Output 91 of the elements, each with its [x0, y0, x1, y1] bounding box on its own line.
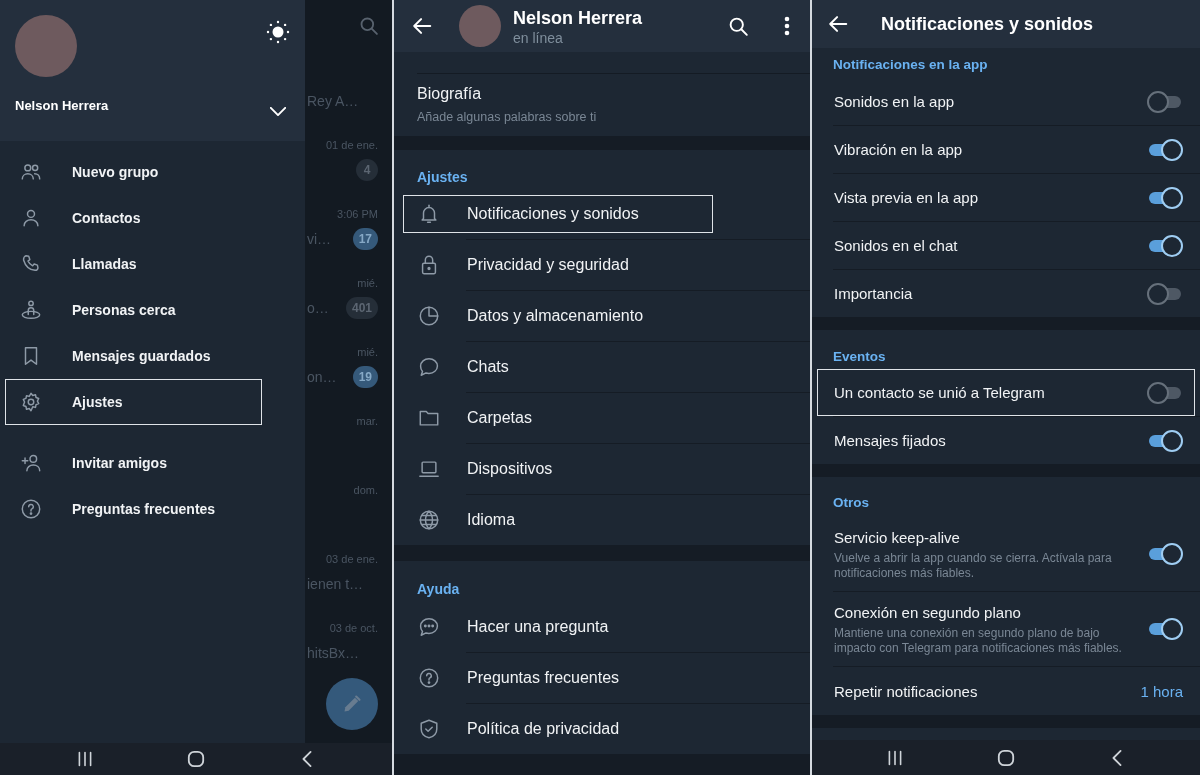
- more-icon[interactable]: [784, 16, 790, 36]
- pencil-icon: [342, 694, 362, 714]
- toggle-switch[interactable]: [1147, 90, 1183, 113]
- person-on-disc-icon: [20, 299, 42, 321]
- chat-time: mié.: [357, 345, 378, 360]
- toggle-switch[interactable]: [1147, 186, 1183, 209]
- settings-row[interactable]: Vista previa en la app: [817, 174, 1195, 221]
- bio-subtitle: Añade algunas palabras sobre ti: [417, 109, 597, 125]
- user-name: Nelson Herrera: [15, 97, 109, 115]
- pie-chart-icon: [418, 305, 440, 327]
- globe-icon: [418, 509, 440, 531]
- settings-row[interactable]: Conexión en segundo plano Mantiene una conexión en segundo plano de bajo impacto con Telegram para notificaciones más fiables.: [817, 592, 1195, 666]
- toggle-switch[interactable]: [1147, 234, 1183, 257]
- settings-item[interactable]: Chats: [403, 348, 713, 386]
- section-header: Ayuda: [417, 580, 460, 599]
- chat-time: 01 de ene.: [326, 138, 378, 153]
- settings-item[interactable]: Privacidad y seguridad: [403, 246, 713, 284]
- toggle-switch[interactable]: [1147, 429, 1183, 452]
- menu-item[interactable]: Contactos: [5, 195, 262, 241]
- unread-badge: 4: [356, 159, 378, 181]
- chat-time: 03 de oct.: [329, 621, 378, 636]
- section-header: Notificaciones en la app: [833, 56, 988, 74]
- toggle-switch[interactable]: [1147, 138, 1183, 161]
- settings-item[interactable]: Datos y almacenamiento: [403, 297, 713, 335]
- toggle-switch[interactable]: [1147, 543, 1183, 565]
- settings-row[interactable]: Servicio keep-alive Vuelve a abrir la app cuando se cierra. Actívala para notificaciones más fiables.: [817, 517, 1195, 591]
- screen-title: Notificaciones y sonidos: [881, 13, 1094, 36]
- chat-preview: hitsBx…: [307, 644, 360, 662]
- chat-preview: ienen t…: [307, 575, 364, 593]
- chat-time: dom.: [353, 483, 378, 498]
- online-status: en línea: [513, 29, 563, 47]
- settings-item[interactable]: Notificaciones y sonidos: [403, 195, 713, 233]
- home-icon[interactable]: [997, 748, 1015, 767]
- unread-badge: 401: [345, 297, 378, 319]
- settings-row[interactable]: Vibración en la app: [817, 126, 1195, 173]
- sun-icon[interactable]: [266, 20, 290, 44]
- settings-item[interactable]: Política de privacidad: [403, 710, 713, 748]
- home-icon[interactable]: [187, 750, 205, 768]
- toggle-switch[interactable]: [1147, 282, 1183, 305]
- toggle-switch[interactable]: [1147, 381, 1183, 404]
- section-header: Ajustes: [417, 168, 468, 187]
- settings-item[interactable]: Idioma: [403, 501, 713, 539]
- recent-apps-icon[interactable]: [77, 751, 93, 767]
- bio-label: Biografía: [417, 84, 482, 104]
- unread-badge: 17: [352, 228, 378, 250]
- chat-time: mié.: [357, 276, 378, 291]
- settings-row[interactable]: Repetir notificaciones 1 hora: [817, 667, 1195, 715]
- chat-time: 3:06 PM: [337, 207, 378, 222]
- profile-name: Nelson Herrera: [513, 7, 643, 29]
- section-header: Otros: [833, 494, 869, 512]
- settings-row[interactable]: Mensajes fijados: [817, 417, 1195, 464]
- menu-item[interactable]: Mensajes guardados: [5, 333, 262, 379]
- settings-item[interactable]: Hacer una pregunta: [403, 608, 713, 646]
- settings-row[interactable]: Importancia: [817, 270, 1195, 317]
- gear-icon: [20, 391, 42, 413]
- speech-bubble-dots-icon: [418, 616, 440, 638]
- settings-item[interactable]: Carpetas: [403, 399, 713, 437]
- back-icon[interactable]: [411, 15, 433, 37]
- two-people-icon: [20, 161, 42, 183]
- compose-button[interactable]: [326, 678, 378, 730]
- menu-item[interactable]: Personas cerca: [5, 287, 262, 333]
- laptop-icon: [418, 458, 440, 480]
- add-person-icon: [20, 452, 42, 474]
- question-circle-icon: [418, 667, 440, 689]
- search-icon[interactable]: [728, 15, 749, 37]
- shield-check-icon: [418, 718, 440, 740]
- section-header: Eventos: [833, 348, 886, 366]
- settings-row[interactable]: Sonidos en el chat: [817, 222, 1195, 269]
- menu-item[interactable]: Llamadas: [5, 241, 262, 287]
- settings-item[interactable]: Dispositivos: [403, 450, 713, 488]
- menu-item[interactable]: Ajustes: [5, 379, 262, 425]
- menu-item[interactable]: Invitar amigos: [5, 440, 262, 486]
- avatar: [459, 5, 501, 47]
- recent-apps-icon[interactable]: [887, 749, 903, 766]
- chevron-down-icon[interactable]: [270, 107, 286, 116]
- question-circle-icon: [20, 498, 42, 520]
- person-icon: [20, 207, 42, 229]
- speech-bubble-icon: [418, 356, 440, 378]
- toggle-switch[interactable]: [1147, 618, 1183, 640]
- menu-item[interactable]: Preguntas frecuentes: [5, 486, 262, 532]
- chat-preview: Rey A…: [307, 92, 359, 110]
- unread-badge: 19: [352, 366, 378, 388]
- chat-preview: on…: [307, 368, 337, 386]
- chat-preview: vi…: [307, 230, 332, 248]
- chat-preview: o…: [307, 299, 329, 317]
- menu-item[interactable]: Nuevo grupo: [5, 149, 262, 195]
- back-icon[interactable]: [827, 13, 849, 35]
- chat-time: mar.: [356, 414, 378, 429]
- settings-row[interactable]: Sonidos en la app: [817, 78, 1195, 125]
- settings-item[interactable]: Preguntas frecuentes: [403, 659, 713, 697]
- chat-time: 03 de ene.: [326, 552, 378, 567]
